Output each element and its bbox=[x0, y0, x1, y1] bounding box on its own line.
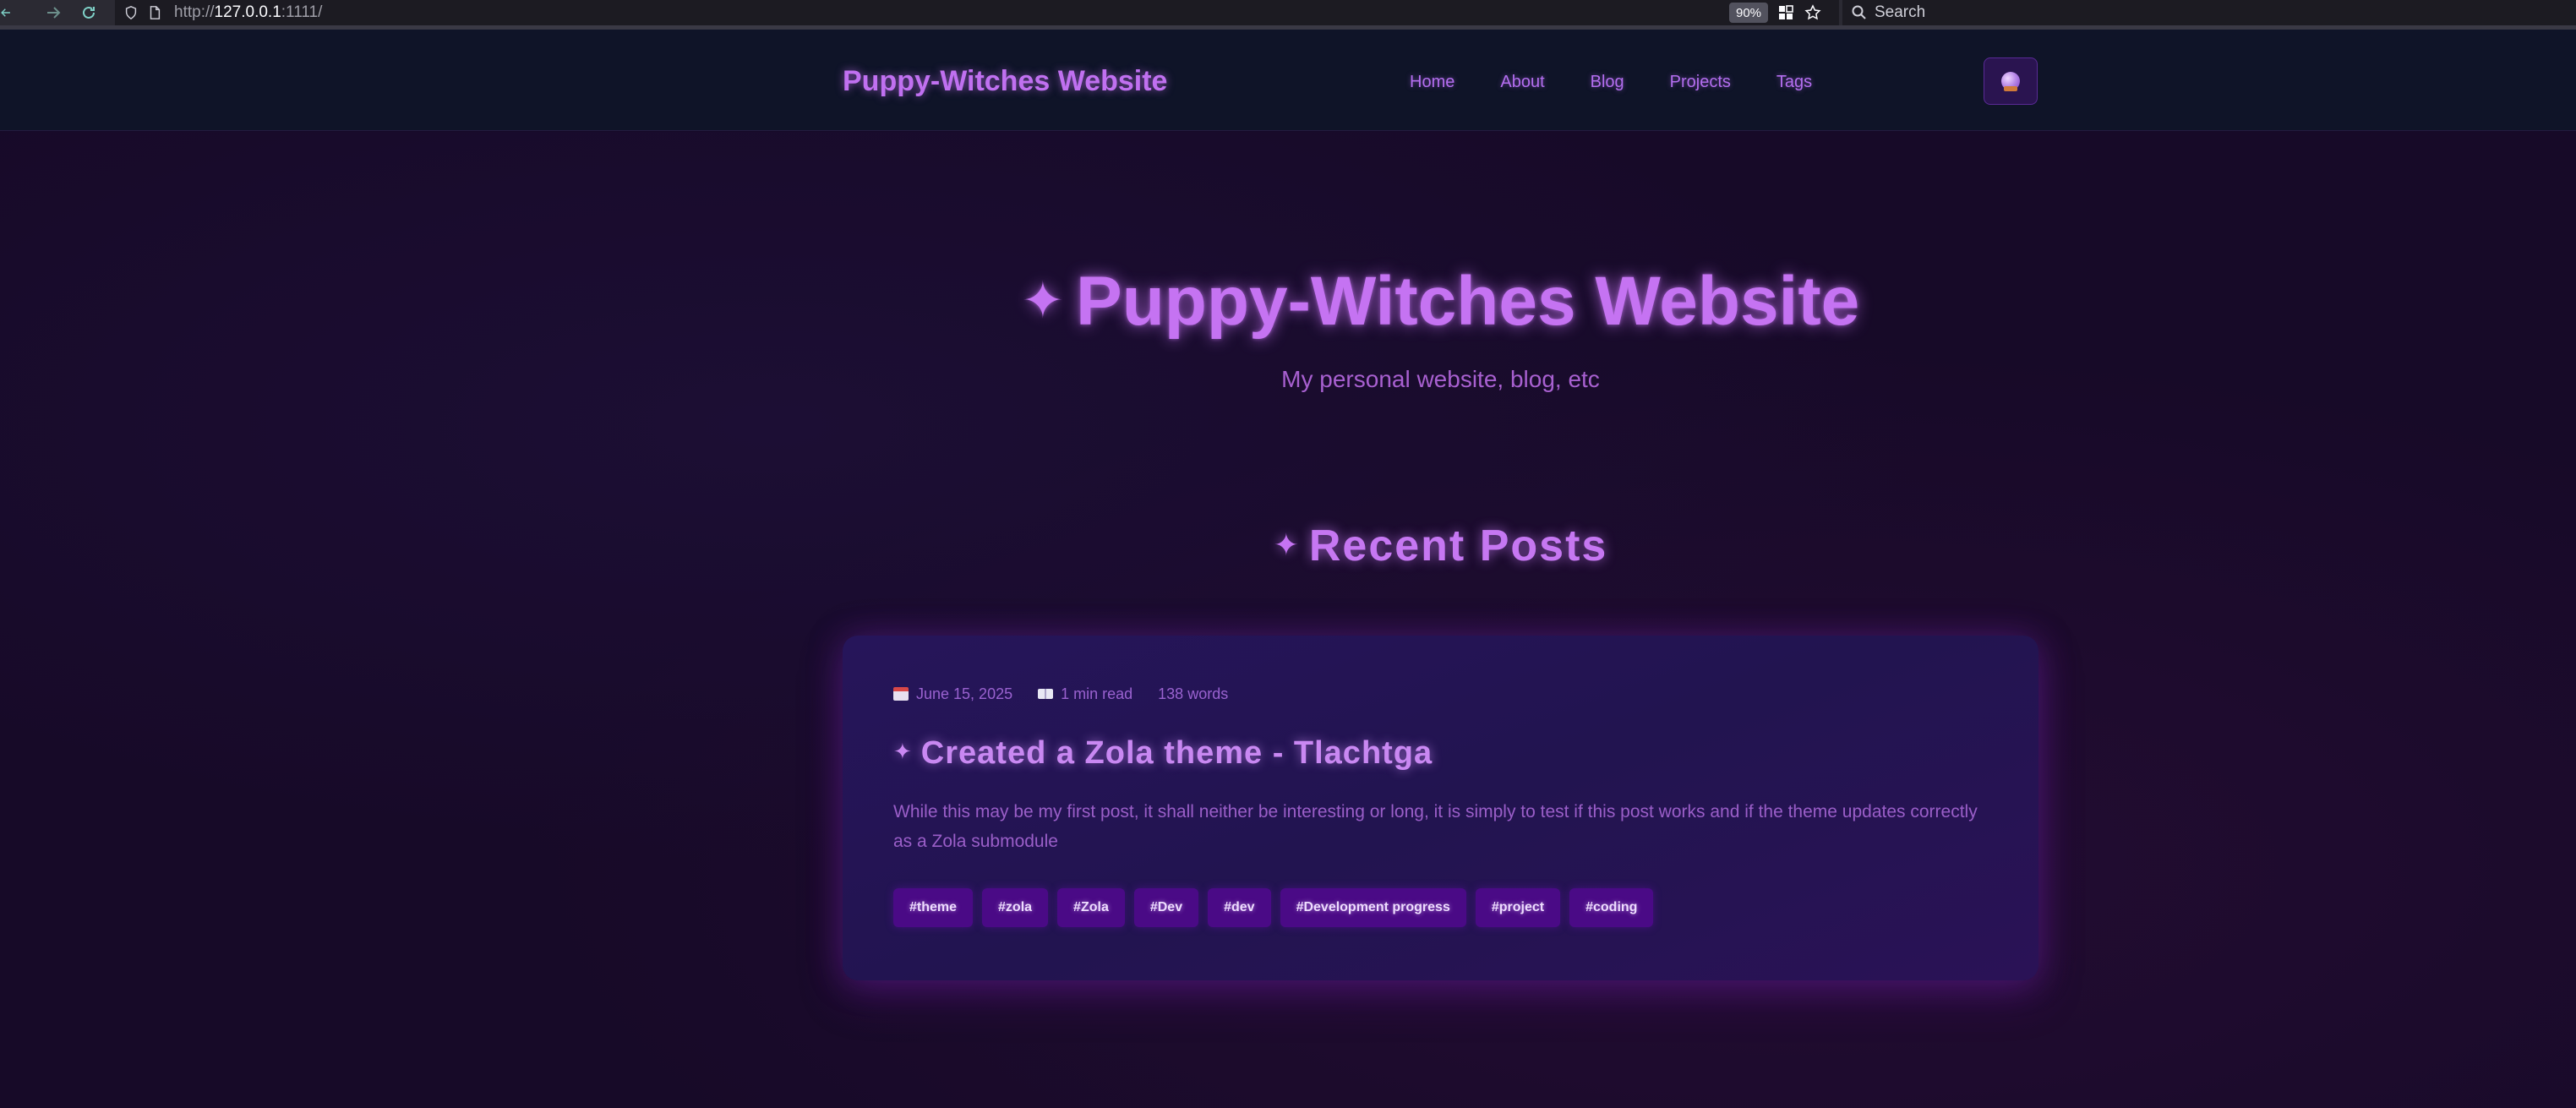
theme-toggle-button[interactable] bbox=[1984, 57, 2038, 105]
url-host: 127.0.0.1 bbox=[214, 3, 281, 21]
zoom-level-button[interactable]: 90% bbox=[1729, 3, 1768, 23]
page-icon[interactable] bbox=[145, 3, 164, 22]
url-port-path: :1111/ bbox=[281, 3, 323, 21]
post-meta: June 15, 2025 1 min read 138 words bbox=[893, 683, 1988, 705]
forward-icon[interactable] bbox=[35, 0, 71, 25]
crystal-ball-icon bbox=[2001, 72, 2020, 91]
main-nav: Home About Blog Projects Tags bbox=[1386, 63, 1836, 101]
calendar-icon bbox=[893, 687, 909, 701]
hero: ✦ Puppy-Witches Website My personal websi… bbox=[843, 259, 2038, 396]
sparkle-icon: ✦ bbox=[1021, 272, 1065, 329]
post-read-time-text: 1 min read bbox=[1061, 685, 1133, 702]
nav-home[interactable]: Home bbox=[1386, 66, 1476, 99]
tag-zola[interactable]: #zola bbox=[982, 888, 1049, 927]
nav-projects[interactable]: Projects bbox=[1648, 66, 1753, 99]
url-bar[interactable]: http://127.0.0.1:1111/ bbox=[115, 0, 1839, 25]
search-icon bbox=[1852, 5, 1866, 19]
recent-posts-heading-text: Recent Posts bbox=[1308, 521, 1608, 570]
sparkle-icon: ✦ bbox=[893, 739, 913, 764]
url-text[interactable]: http://127.0.0.1:1111/ bbox=[174, 3, 322, 22]
book-icon bbox=[1038, 689, 1054, 699]
bookmark-star-icon[interactable] bbox=[1802, 3, 1824, 23]
site-logo[interactable]: Puppy-Witches Website bbox=[843, 65, 1167, 98]
tag-dev[interactable]: #dev bbox=[1208, 888, 1271, 927]
post-title-text: Created a Zola theme - Tlachtga bbox=[920, 735, 1433, 771]
post-excerpt: While this may be my first post, it shal… bbox=[893, 802, 1978, 851]
reload-icon[interactable] bbox=[71, 0, 106, 25]
extensions-grid-icon[interactable] bbox=[1775, 3, 1797, 23]
post-date-text: June 15, 2025 bbox=[916, 685, 1013, 702]
hero-title: ✦ Puppy-Witches Website bbox=[843, 259, 2038, 344]
tag-coding[interactable]: #coding bbox=[1569, 888, 1654, 927]
nav-tags[interactable]: Tags bbox=[1755, 66, 1834, 99]
shield-icon[interactable] bbox=[122, 3, 140, 22]
url-scheme: http:// bbox=[174, 3, 215, 21]
back-icon[interactable] bbox=[0, 0, 12, 25]
browser-search-input[interactable]: Search bbox=[1842, 0, 2576, 25]
tag-development-progress[interactable]: #Development progress bbox=[1280, 888, 1466, 927]
post-card[interactable]: June 15, 2025 1 min read 138 words ✦ Crea… bbox=[843, 636, 2038, 980]
tag-theme[interactable]: #theme bbox=[893, 888, 974, 927]
tag-project[interactable]: #project bbox=[1475, 888, 1561, 927]
hero-subtitle: My personal website, blog, etc bbox=[1281, 366, 1600, 392]
post-title[interactable]: ✦ Created a Zola theme - Tlachtga bbox=[893, 735, 1988, 772]
nav-about[interactable]: About bbox=[1478, 66, 1566, 99]
recent-posts-heading: ✦ Recent Posts bbox=[843, 521, 2038, 571]
tag-zola-capital[interactable]: #Zola bbox=[1057, 888, 1125, 927]
hero-title-text: Puppy-Witches Website bbox=[1076, 263, 1860, 340]
nav-blog[interactable]: Blog bbox=[1569, 66, 1646, 99]
sparkle-icon: ✦ bbox=[1273, 527, 1301, 562]
search-placeholder: Search bbox=[1875, 3, 1926, 21]
tag-dev-capital[interactable]: #Dev bbox=[1133, 888, 1199, 927]
post-word-count: 138 words bbox=[1158, 685, 1229, 702]
post-tags: #theme #zola #Zola #Dev #dev #Developmen… bbox=[893, 888, 1988, 927]
post-read-time: 1 min read bbox=[1038, 685, 1132, 703]
site-header: Puppy-Witches Website Home About Blog Pr… bbox=[0, 30, 2576, 131]
post-date: June 15, 2025 bbox=[893, 685, 1012, 703]
